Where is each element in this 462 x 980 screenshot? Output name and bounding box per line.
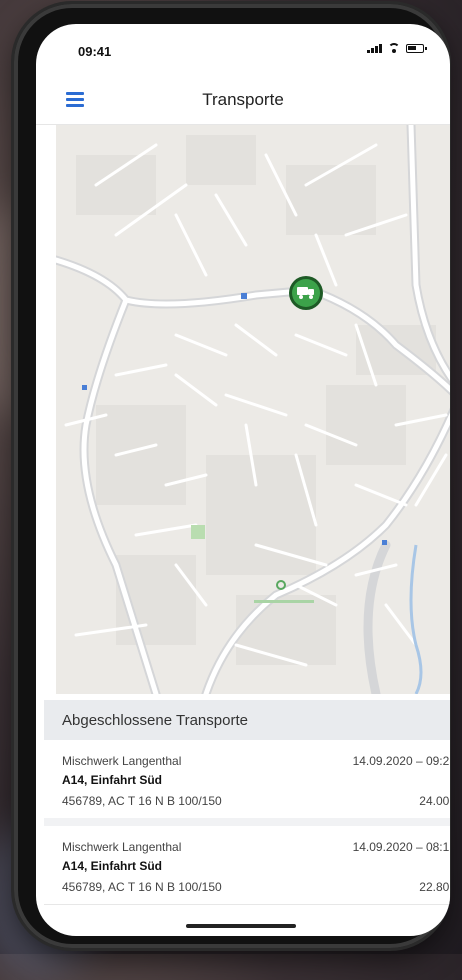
transport-datetime: 14.09.2020 – 09:23	[352, 754, 450, 768]
transport-details: 456789, AC T 16 N B 100/150	[62, 794, 222, 808]
map-canvas	[56, 125, 450, 694]
home-indicator[interactable]	[186, 924, 296, 928]
transport-details: 456789, AC T 16 N B 100/150	[62, 880, 222, 894]
wifi-icon	[387, 43, 401, 53]
transport-item[interactable]: Mischwerk Langenthal 14.09.2020 – 08:12 …	[44, 826, 450, 905]
transport-destination: A14, Einfahrt Süd	[62, 773, 163, 787]
map-view[interactable]	[56, 125, 450, 694]
section-header: Abgeschlossene Transporte	[44, 700, 450, 740]
section-title: Abgeschlossene Transporte	[62, 711, 248, 729]
transport-weight: 22.80 t	[419, 880, 450, 894]
app-header: Transporte	[36, 76, 450, 125]
transport-weight: 24.00 t	[419, 794, 450, 808]
transport-datetime: 14.09.2020 – 08:12	[352, 840, 450, 854]
app-screen: 09:41 Transporte Abgeschlossene Transpor…	[36, 24, 450, 936]
page-title: Transporte	[202, 90, 284, 109]
transport-item[interactable]: Mischwerk Langenthal 14.09.2020 – 09:23 …	[44, 740, 450, 819]
battery-icon	[406, 43, 427, 53]
truck-marker-icon[interactable]	[289, 276, 323, 310]
status-time: 09:41	[78, 44, 112, 59]
status-bar: 09:41	[36, 24, 450, 76]
signal-icon	[367, 43, 382, 53]
transport-destination: A14, Einfahrt Süd	[62, 859, 163, 873]
transport-origin: Mischwerk Langenthal	[62, 754, 182, 768]
status-icons	[367, 43, 427, 53]
phone-frame: 09:41 Transporte Abgeschlossene Transpor…	[14, 4, 450, 948]
transport-origin: Mischwerk Langenthal	[62, 840, 182, 854]
list-divider	[44, 818, 450, 826]
